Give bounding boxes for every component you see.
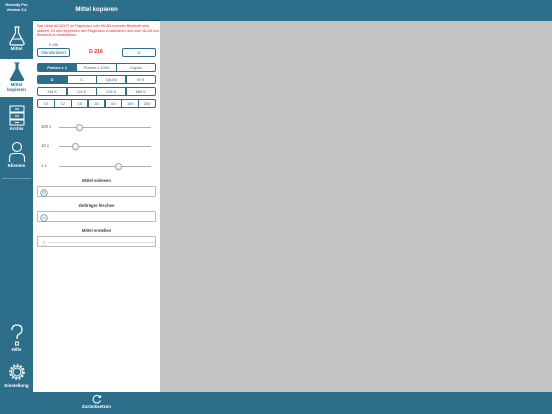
- reset-button[interactable]: Zurücksetzen: [33, 392, 160, 414]
- segment-value-100[interactable]: 100: [121, 99, 140, 108]
- segment-xm-k[interactable]: XM K: [37, 87, 68, 96]
- segment-value-15[interactable]: 15: [70, 99, 89, 108]
- zieltraeger-loeschen-input[interactable]: [49, 213, 155, 221]
- standard-value-button[interactable]: Standardwert: [37, 48, 70, 57]
- segment-value-10[interactable]: 10: [37, 99, 55, 108]
- copy-panel: Das Gerät ist NICHT im Flugmodus oder WL…: [33, 21, 160, 392]
- sidebar-item-label: Mittel: [10, 46, 23, 51]
- potency-segmented-control: D C Q(LM) M K: [37, 75, 156, 84]
- segment-potenz-x1000[interactable]: Potenz x 1000: [76, 63, 117, 72]
- sidebar-item-einstellung[interactable]: Einstellung: [0, 360, 33, 392]
- dose-display: D 216: [89, 49, 103, 55]
- flask-filled-icon: [9, 62, 24, 81]
- slider-100x: 100 x: [39, 123, 154, 131]
- archive-icon: [9, 105, 24, 126]
- detail-header: [160, 0, 552, 21]
- slider-thumb[interactable]: [72, 142, 80, 150]
- segment-mm-k[interactable]: MM K: [125, 87, 156, 96]
- sidebar-item-hilfe[interactable]: Hilfe: [0, 322, 33, 356]
- person-icon: [8, 141, 25, 162]
- slider-track[interactable]: [59, 166, 151, 167]
- segment-potenz-x1[interactable]: Potenz x 1: [37, 63, 78, 72]
- refresh-icon: [92, 394, 101, 404]
- slider-10x: 10 x: [39, 142, 154, 150]
- segment-m-k[interactable]: M K: [125, 75, 156, 84]
- help-question-icon: [10, 324, 23, 346]
- gear-icon: [8, 364, 25, 380]
- segment-d[interactable]: D: [37, 75, 68, 84]
- segment-value-60[interactable]: 60: [104, 99, 123, 108]
- segment-q-lm[interactable]: Q(LM): [96, 75, 127, 84]
- potency-value-segmented-control: 10 12 15 30 60 100 200: [37, 99, 157, 108]
- mittel-einlesen-field[interactable]: [37, 186, 156, 197]
- detail-footer: [160, 392, 552, 414]
- sidebar-item-mittel-kopieren[interactable]: Mittel kopieren: [0, 59, 33, 97]
- sidebar-item-label: Hilfe: [11, 347, 22, 352]
- flask-outline-icon: [8, 26, 25, 46]
- flight-mode-warning: Das Gerät ist NICHT im Flugmodus oder WL…: [37, 24, 160, 37]
- korsakov-segmented-control: XM K LM K CM K MM K: [37, 87, 156, 96]
- segment-lm-k[interactable]: LM K: [66, 87, 97, 96]
- slider-label: 10 x: [41, 143, 49, 148]
- slider-label: 100 x: [41, 124, 52, 129]
- section-title-zieltraeger-loeschen: Zielträger löschen: [78, 203, 115, 208]
- panel-header: Mittel kopieren: [33, 0, 160, 21]
- segment-value-30[interactable]: 30: [87, 99, 106, 108]
- sidebar-item-label: Einstellung: [4, 383, 29, 388]
- app-name-block: Remedy Pro Version 3.4: [0, 3, 33, 13]
- zieltraeger-loeschen-field[interactable]: [37, 211, 156, 222]
- sidebar-item-archiv[interactable]: Archiv: [0, 103, 33, 133]
- reset-label: Zurücksetzen: [81, 404, 111, 409]
- slider-track[interactable]: [59, 127, 151, 128]
- segment-value-200[interactable]: 200: [138, 99, 157, 108]
- segment-value-12[interactable]: 12: [53, 99, 72, 108]
- section-title-mittel-erstellen: Mittel erstellen: [81, 228, 112, 233]
- confirm-check-button[interactable]: ☑: [122, 48, 156, 57]
- slider-1x: 1 x: [39, 162, 154, 170]
- section-title-mittel-einlesen: Mittel einlesen: [82, 178, 111, 183]
- page-title: Mittel kopieren: [75, 7, 118, 13]
- sidebar-item-label: Klienten: [7, 163, 26, 168]
- segment-c[interactable]: C: [66, 75, 97, 84]
- segment-copan[interactable]: Copan: [115, 63, 157, 72]
- sidebar-item-klienten[interactable]: Klienten: [0, 139, 33, 171]
- sidebar-item-label: Mittel kopieren: [7, 82, 26, 92]
- mittel-erstellen-field[interactable]: [37, 236, 156, 247]
- mode-segmented-control: Potenz x 1 Potenz x 1000 Copan: [37, 63, 157, 72]
- sidebar: Remedy Pro Version 3.4 Mittel Mittel kop…: [0, 0, 33, 414]
- mittel-einlesen-input[interactable]: [49, 188, 155, 196]
- create-icon: [41, 239, 46, 246]
- sidebar-item-label: Archiv: [9, 126, 24, 131]
- slider-thumb[interactable]: [115, 162, 123, 170]
- sidebar-item-mittel[interactable]: Mittel: [0, 24, 33, 56]
- count-value: 0.196: [49, 43, 58, 47]
- erase-icon: [39, 213, 48, 222]
- slider-label: 1 x: [41, 163, 47, 168]
- slider-thumb[interactable]: [75, 123, 83, 131]
- sidebar-divider: [2, 178, 31, 179]
- fingerprint-icon: [39, 188, 48, 197]
- segment-cm-k[interactable]: CM K: [96, 87, 127, 96]
- field-divider-line: [49, 242, 155, 243]
- app-version: Version 3.4: [6, 8, 27, 12]
